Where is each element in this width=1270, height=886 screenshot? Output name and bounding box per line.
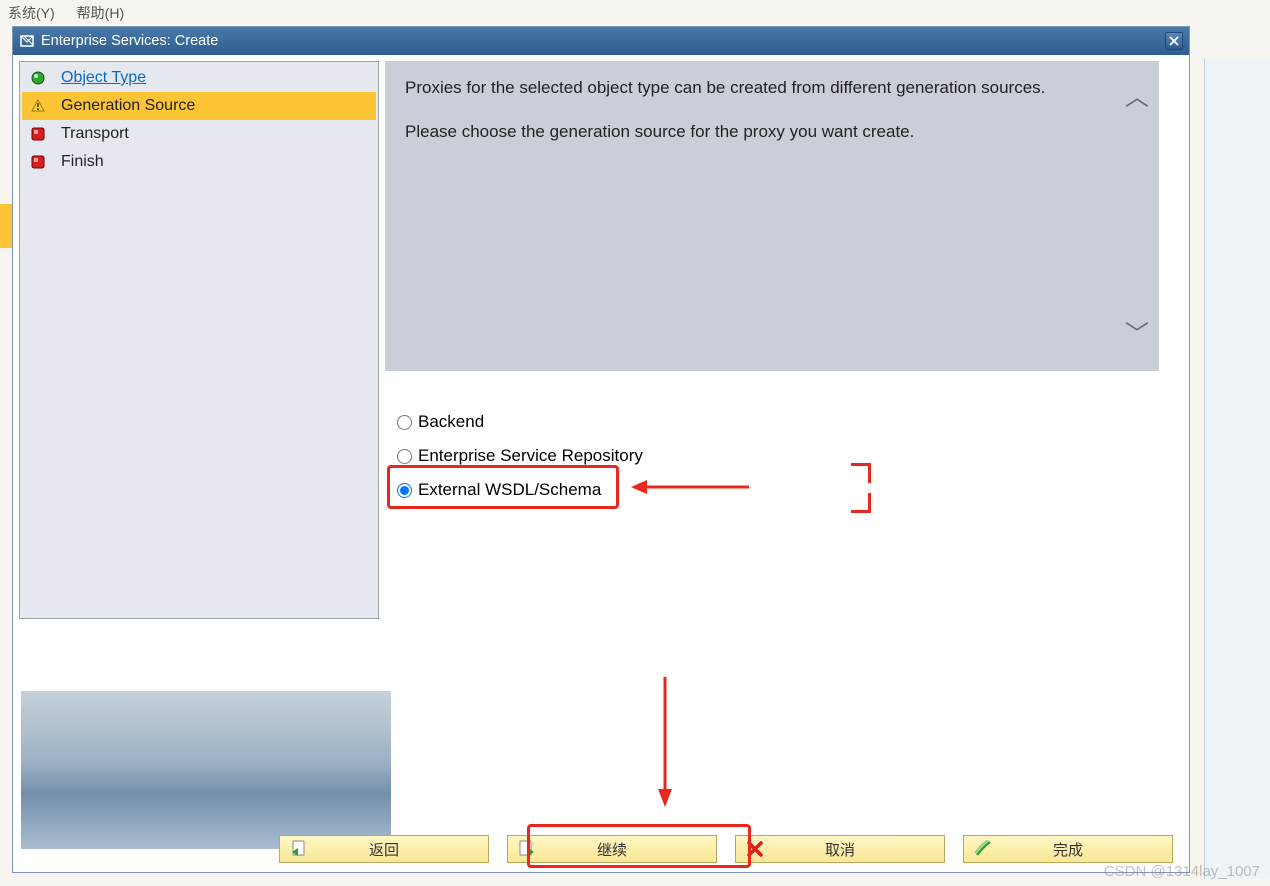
annotation-arrow-left-icon — [631, 477, 751, 497]
annotation-arrow-down-icon — [655, 677, 675, 807]
step-object-type[interactable]: Object Type — [22, 64, 376, 92]
button-label: 取消 — [825, 839, 855, 860]
annotation-focus-corner — [851, 463, 871, 483]
radio-input[interactable] — [397, 483, 412, 498]
continue-button[interactable]: 继续 — [507, 835, 717, 863]
window-icon — [19, 33, 35, 49]
cancel-icon — [746, 840, 764, 858]
step-label: Generation Source — [61, 97, 195, 115]
step-transport[interactable]: Transport — [22, 120, 376, 148]
description-line1: Proxies for the selected object type can… — [405, 75, 1139, 101]
menu-system[interactable]: 系统(Y) — [8, 3, 55, 23]
watermark-text: CSDN @1314lay_1007 — [1104, 863, 1260, 880]
back-button[interactable]: 返回 — [279, 835, 489, 863]
radio-backend[interactable]: Backend — [397, 405, 643, 439]
status-pending-icon — [30, 126, 46, 142]
radio-esr[interactable]: Enterprise Service Repository — [397, 439, 643, 473]
finish-button[interactable]: 完成 — [963, 835, 1173, 863]
step-generation-source[interactable]: Generation Source — [22, 92, 376, 120]
menu-help[interactable]: 帮助(H) — [77, 3, 124, 23]
dialog-titlebar: Enterprise Services: Create — [13, 27, 1189, 55]
radio-label: Backend — [418, 412, 484, 432]
scroll-up-icon[interactable]: ︿ — [1125, 79, 1149, 116]
radio-label: Enterprise Service Repository — [418, 446, 643, 466]
button-label: 返回 — [369, 839, 399, 860]
page-back-icon — [290, 840, 308, 858]
description-line2: Please choose the generation source for … — [405, 119, 1139, 145]
scroll-down-icon[interactable]: ﹀ — [1125, 316, 1149, 353]
step-label: Transport — [61, 125, 129, 143]
background-menu-bar: 系统(Y) 帮助(H) — [0, 0, 132, 26]
radio-input[interactable] — [397, 449, 412, 464]
annotation-focus-corner — [851, 493, 871, 513]
generation-source-radio-group: Backend Enterprise Service Repository Ex… — [397, 405, 643, 507]
radio-input[interactable] — [397, 415, 412, 430]
page-next-icon — [518, 840, 536, 858]
background-right-strip — [1204, 59, 1270, 879]
step-finish[interactable]: Finish — [22, 148, 376, 176]
wizard-content-area: Proxies for the selected object type can… — [385, 61, 1183, 820]
status-pending-icon — [30, 154, 46, 170]
cancel-button[interactable]: 取消 — [735, 835, 945, 863]
close-button[interactable] — [1165, 32, 1183, 50]
status-done-icon — [30, 70, 46, 86]
button-label: 完成 — [1053, 839, 1083, 860]
wizard-steps-panel: Object Type Generation Source Transport — [19, 61, 379, 619]
status-current-icon — [30, 98, 46, 114]
radio-external-wsdl[interactable]: External WSDL/Schema — [397, 473, 643, 507]
background-gradient-band — [21, 691, 391, 849]
finish-icon — [974, 840, 992, 858]
description-box: Proxies for the selected object type can… — [385, 61, 1159, 371]
dialog-title: Enterprise Services: Create — [41, 33, 218, 49]
close-icon — [1169, 36, 1179, 46]
dialog-body: Object Type Generation Source Transport — [13, 55, 1189, 872]
step-label: Finish — [61, 153, 104, 171]
background-left-token — [0, 204, 12, 248]
button-label: 继续 — [597, 839, 627, 860]
create-dialog: Enterprise Services: Create Object Type — [12, 26, 1190, 873]
radio-label: External WSDL/Schema — [418, 480, 601, 500]
step-label[interactable]: Object Type — [61, 69, 146, 87]
